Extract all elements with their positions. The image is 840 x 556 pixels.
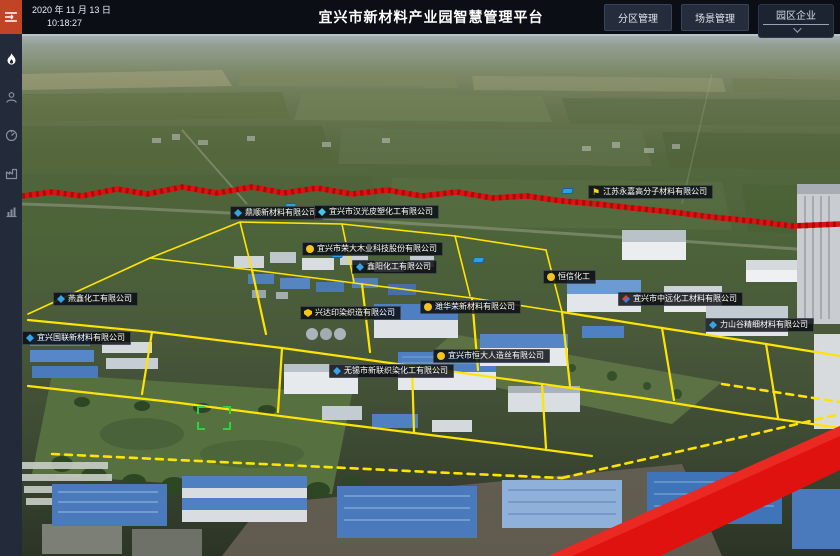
map-label-text: 兴达印染织造有限公司 (315, 309, 395, 317)
header-actions: 分区管理 场景管理 园区企业 (604, 4, 834, 38)
emblem-yellow-icon (424, 303, 432, 311)
vehicle-icon[interactable] (561, 188, 574, 194)
emblem-yellow-icon (306, 245, 314, 253)
selection-box (197, 406, 231, 430)
scene-management-button[interactable]: 场景管理 (681, 4, 749, 31)
map-label[interactable]: 鑫阳化工有限公司 (352, 260, 437, 274)
dropdown-label: 园区企业 (763, 7, 829, 25)
map-3d-scene[interactable]: 鼎顺新材料有限公司 宜兴市汉光皮塑化工有限公司宜兴市荣大木业科技股份有限公司鑫阳化… (22, 34, 840, 556)
map-label-text: 宜兴市汉光皮塑化工有限公司 (329, 208, 433, 216)
gauge-icon (5, 129, 18, 142)
map-label[interactable]: 宜兴市中远化工材料有限公司 (618, 292, 743, 306)
diamond-blue-icon (234, 209, 242, 217)
zone-management-button[interactable]: 分区管理 (604, 4, 672, 31)
map-label[interactable]: 鼎顺新材料有限公司 (230, 206, 323, 220)
shield-yellow-icon (304, 309, 312, 317)
map-label-text: 力山谷精细材料有限公司 (720, 321, 808, 329)
selection-corner (197, 406, 205, 414)
map-label-text: 宜兴市荣大木业科技股份有限公司 (317, 245, 437, 253)
diamond-blue-icon (709, 321, 717, 329)
left-toolbar (0, 0, 22, 556)
diamond-blue-icon (26, 334, 34, 342)
map-label[interactable]: 无锡市新联织染化工有限公司 (329, 364, 454, 378)
diamond-blue-icon (57, 295, 65, 303)
main-area: 2020 年 11 月 13 日 10:18:27 宜兴市新材料产业园智慧管理平… (22, 0, 840, 556)
map-label[interactable]: 潍华荣新材料有限公司 (420, 300, 521, 314)
selection-corner (197, 422, 205, 430)
map-label[interactable]: 宜兴市恒大人造丝有限公司 (433, 349, 550, 363)
map-label-text: 宜兴国联新材料有限公司 (37, 334, 125, 342)
map-label-text: 宜兴市恒大人造丝有限公司 (448, 352, 544, 360)
selection-corner (223, 422, 231, 430)
menu-icon (4, 11, 18, 23)
map-label-text: 鼎顺新材料有限公司 (245, 209, 317, 217)
map-label-text: 燕鑫化工有限公司 (68, 295, 132, 303)
map-label[interactable]: 宜兴市荣大木业科技股份有限公司 (302, 242, 443, 256)
map-label-text: 无锡市新联织染化工有限公司 (344, 367, 448, 375)
map-label-text: 鑫阳化工有限公司 (367, 263, 431, 271)
map-label-text: 江苏永嘉高分子材料有限公司 (603, 188, 707, 196)
tool-fire-button[interactable] (0, 46, 22, 72)
map-label[interactable]: 恒信化工 (543, 270, 596, 284)
date-text: 2020 年 11 月 13 日 (32, 4, 111, 17)
map-label[interactable]: 宜兴市汉光皮塑化工有限公司 (314, 205, 439, 219)
emblem-yellow-icon (547, 273, 555, 281)
bar-chart-icon (5, 205, 18, 218)
vehicle-icon[interactable] (472, 257, 485, 263)
tool-gauge-button[interactable] (0, 122, 22, 148)
map-label[interactable]: 力山谷精细材料有限公司 (705, 318, 814, 332)
menu-button[interactable] (0, 0, 22, 34)
tool-chart-button[interactable] (0, 198, 22, 224)
map-label-text: 宜兴市中远化工材料有限公司 (633, 295, 737, 303)
top-header: 2020 年 11 月 13 日 10:18:27 宜兴市新材料产业园智慧管理平… (22, 0, 840, 34)
datetime: 2020 年 11 月 13 日 10:18:27 (32, 4, 111, 30)
chevron-down-icon (793, 24, 801, 32)
app-window: 2020 年 11 月 13 日 10:18:27 宜兴市新材料产业园智慧管理平… (0, 0, 840, 556)
park-enterprise-dropdown[interactable]: 园区企业 (758, 4, 834, 38)
map-label-text: 潍华荣新材料有限公司 (435, 303, 515, 311)
flag-yellow-icon: ⚑ (592, 188, 600, 196)
tool-factory-button[interactable] (0, 160, 22, 186)
tool-user-button[interactable] (0, 84, 22, 110)
diamond-blue-icon (333, 367, 341, 375)
selection-corner (223, 406, 231, 414)
emblem-yellow-icon (437, 352, 445, 360)
mountain-cyan-icon (318, 208, 326, 216)
factory-icon (5, 167, 18, 180)
diamond-blue-icon (356, 263, 364, 271)
user-icon (5, 91, 18, 104)
map-label-text: 恒信化工 (558, 273, 590, 281)
time-text: 10:18:27 (47, 17, 111, 30)
flame-icon (5, 52, 18, 66)
map-label[interactable]: ⚑江苏永嘉高分子材料有限公司 (588, 185, 713, 199)
map-label[interactable]: 宜兴国联新材料有限公司 (22, 331, 131, 345)
map-label[interactable]: 燕鑫化工有限公司 (53, 292, 138, 306)
map-label[interactable]: 兴达印染织造有限公司 (300, 306, 401, 320)
gem-red-blue-icon (622, 295, 630, 303)
